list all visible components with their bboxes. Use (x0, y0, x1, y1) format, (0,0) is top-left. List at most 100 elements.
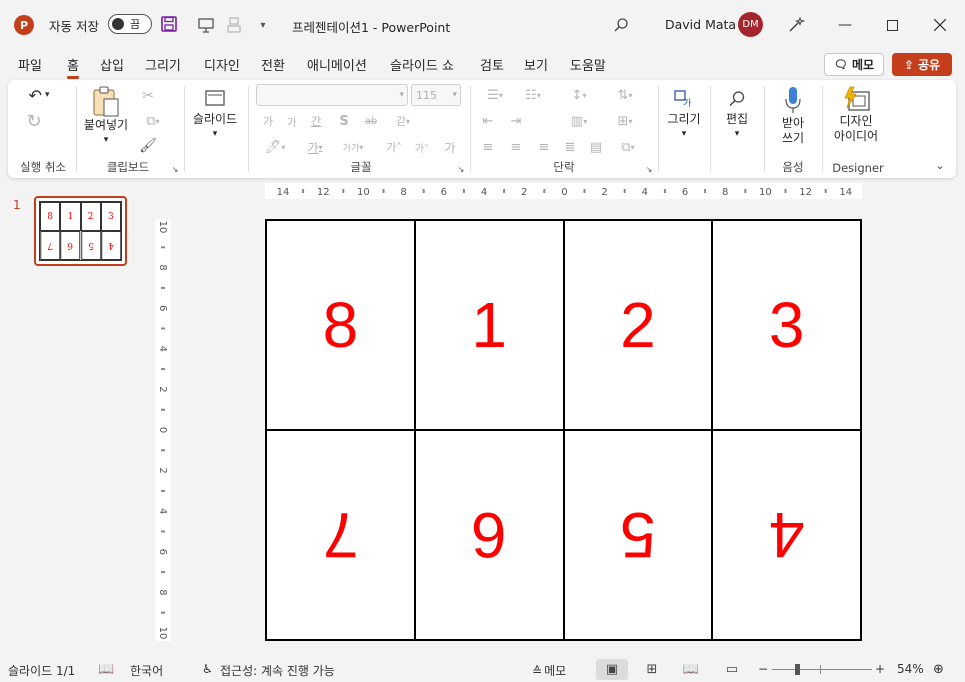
align-left-icon[interactable]: ≡ (478, 138, 498, 156)
slide-count[interactable]: 슬라이드 1/1 (8, 662, 75, 679)
slide-thumbnail[interactable]: 8 1 2 3 7 6 5 4 (34, 196, 127, 266)
tab-animations[interactable]: 애니메이션 (307, 55, 367, 74)
copilot-wand-icon[interactable] (786, 15, 806, 35)
format-painter-icon[interactable]: 🖌 (138, 136, 158, 156)
save-icon[interactable] (160, 15, 178, 33)
dialog-launcher-icon[interactable]: ↘ (456, 164, 466, 174)
slide-cell-flipped[interactable]: 4 (712, 430, 861, 640)
change-case-icon[interactable]: 가가 ▾ (338, 138, 368, 156)
decrease-indent-icon[interactable]: ⇤ (478, 112, 498, 130)
slide-cell[interactable]: 3 (712, 220, 861, 430)
zoom-slider-thumb[interactable] (795, 664, 800, 675)
start-slideshow-icon[interactable] (196, 15, 216, 35)
font-family-combo[interactable]: ▾ (256, 84, 408, 106)
tab-slideshow[interactable]: 슬라이드 쇼 (390, 55, 454, 74)
close-button[interactable] (917, 0, 963, 50)
copy-icon[interactable]: ⧉ ▾ (138, 111, 168, 131)
maximize-button[interactable] (869, 0, 915, 50)
share-button[interactable]: ⇪ 공유 (892, 53, 952, 76)
accessibility-icon[interactable]: ♿ (202, 662, 213, 676)
customize-toolbar-chevron-icon[interactable]: ▾ (253, 15, 273, 35)
align-text-icon[interactable]: ⊞ ▾ (608, 112, 642, 130)
ruler-tick (543, 189, 546, 193)
slideshow-view-icon[interactable]: ▭ (716, 659, 748, 680)
tab-file[interactable]: 파일 (18, 55, 42, 74)
highlight-color-icon[interactable]: 🖊 ▾ (260, 138, 290, 156)
zoom-slider[interactable] (772, 669, 872, 670)
ruler-tick (503, 189, 506, 193)
increase-font-icon[interactable]: 가 (260, 112, 276, 130)
bullets-icon[interactable]: ☰ ▾ (478, 86, 512, 104)
shrink-font-icon[interactable]: 가˅ (412, 138, 432, 156)
drawing-button[interactable]: 가 그리기 ▾ (662, 90, 706, 142)
chevron-down-icon: ▾ (103, 135, 109, 145)
spellcheck-icon[interactable]: 📖 (98, 662, 114, 677)
designer-button[interactable]: 디자인 아이디어 (826, 86, 886, 144)
zoom-out-icon[interactable]: − (758, 662, 768, 676)
language[interactable]: 한국어 (130, 662, 163, 679)
clear-formatting-icon[interactable]: 가 (440, 138, 460, 156)
tab-draw[interactable]: 그리기 (145, 55, 181, 74)
slide-cell-flipped[interactable]: 7 (266, 430, 415, 640)
new-slide-button[interactable]: 슬라이드 ▾ (188, 90, 242, 142)
columns-icon[interactable]: ▥ ▾ (562, 112, 596, 130)
fit-to-window-icon[interactable]: ⊕ (933, 662, 944, 677)
decrease-font-icon[interactable]: 가 (284, 112, 300, 130)
character-spacing-icon[interactable]: 갇 ▾ (388, 112, 418, 130)
dialog-launcher-icon[interactable]: ↘ (644, 164, 654, 174)
editing-button[interactable]: 편집 ▾ (714, 90, 760, 142)
dialog-launcher-icon[interactable]: ↘ (170, 164, 180, 174)
avatar[interactable]: DM (738, 12, 763, 37)
justify-icon[interactable]: ≣ (560, 138, 580, 156)
autosave-toggle[interactable]: 끔 (108, 14, 152, 34)
zoom-level[interactable]: 54% (897, 662, 924, 676)
align-right-icon[interactable]: ≡ (534, 138, 554, 156)
tab-design[interactable]: 디자인 (204, 55, 240, 74)
line-spacing-icon[interactable]: ↕ ▾ (562, 86, 596, 104)
distributed-icon[interactable]: ▤ (586, 138, 606, 156)
group-undo-label: 실행 취소 (20, 160, 66, 174)
zoom-in-icon[interactable]: + (875, 662, 885, 676)
phonetic-guide-icon[interactable]: 간 (308, 112, 324, 130)
font-size-combo[interactable]: 115 ▾ (411, 84, 461, 106)
normal-view-icon[interactable]: ▣ (596, 659, 628, 680)
paste-button[interactable]: 붙여넣기 ▾ (80, 86, 132, 148)
slide-cell-flipped[interactable]: 5 (563, 430, 713, 640)
accessibility-status[interactable]: 접근성: 계속 진행 가능 (220, 662, 335, 679)
slide-canvas[interactable]: 8 1 2 3 7 6 5 4 (265, 219, 862, 641)
text-direction-icon[interactable]: ⇅ ▾ (608, 86, 642, 104)
text-shadow-icon[interactable]: S (336, 112, 352, 130)
strikethrough-icon[interactable]: ab (360, 112, 382, 130)
search-icon[interactable] (610, 14, 632, 36)
slide-cell-number: 6 (471, 499, 507, 571)
tab-home[interactable]: 홈 (67, 55, 79, 79)
font-color-icon[interactable]: 가 ▾ (300, 138, 330, 156)
touch-mode-icon[interactable] (224, 15, 244, 35)
numbering-icon[interactable]: ☷ ▾ (516, 86, 550, 104)
slide-cell[interactable]: 2 (563, 220, 713, 430)
ruler-tick (824, 189, 827, 193)
tab-review[interactable]: 검토 (480, 55, 504, 74)
redo-icon[interactable]: ↻ (22, 110, 46, 132)
increase-indent-icon[interactable]: ⇥ (506, 112, 526, 130)
reading-view-icon[interactable]: 📖 (675, 659, 707, 680)
collapse-ribbon-chevron-icon[interactable]: ⌄ (932, 158, 948, 172)
slide-cell-flipped[interactable]: 6 (414, 430, 564, 640)
slide-cell[interactable]: 1 (414, 220, 564, 430)
grow-font-icon[interactable]: 가˄ (384, 138, 404, 156)
user-name[interactable]: David Mata (665, 17, 736, 32)
tab-view[interactable]: 보기 (524, 55, 548, 74)
slide-cell[interactable]: 8 (266, 220, 415, 430)
cut-icon[interactable]: ✂ (138, 86, 158, 106)
dictate-button[interactable]: 받아 쓰기 (770, 86, 816, 146)
tab-insert[interactable]: 삽입 (100, 55, 124, 74)
smartart-icon[interactable]: ⧉ ▾ (612, 138, 644, 156)
comments-button[interactable]: 🗨 메모 (824, 53, 884, 76)
tab-help[interactable]: 도움말 (570, 55, 606, 74)
minimize-button[interactable]: — (822, 0, 868, 50)
slide-sorter-icon[interactable]: ⊞ (636, 659, 668, 680)
notes-button[interactable]: ≙ 메모 (532, 662, 566, 679)
undo-icon[interactable]: ↶ ▾ (22, 84, 56, 106)
align-center-icon[interactable]: ≡ (506, 138, 526, 156)
tab-transitions[interactable]: 전환 (261, 55, 285, 74)
